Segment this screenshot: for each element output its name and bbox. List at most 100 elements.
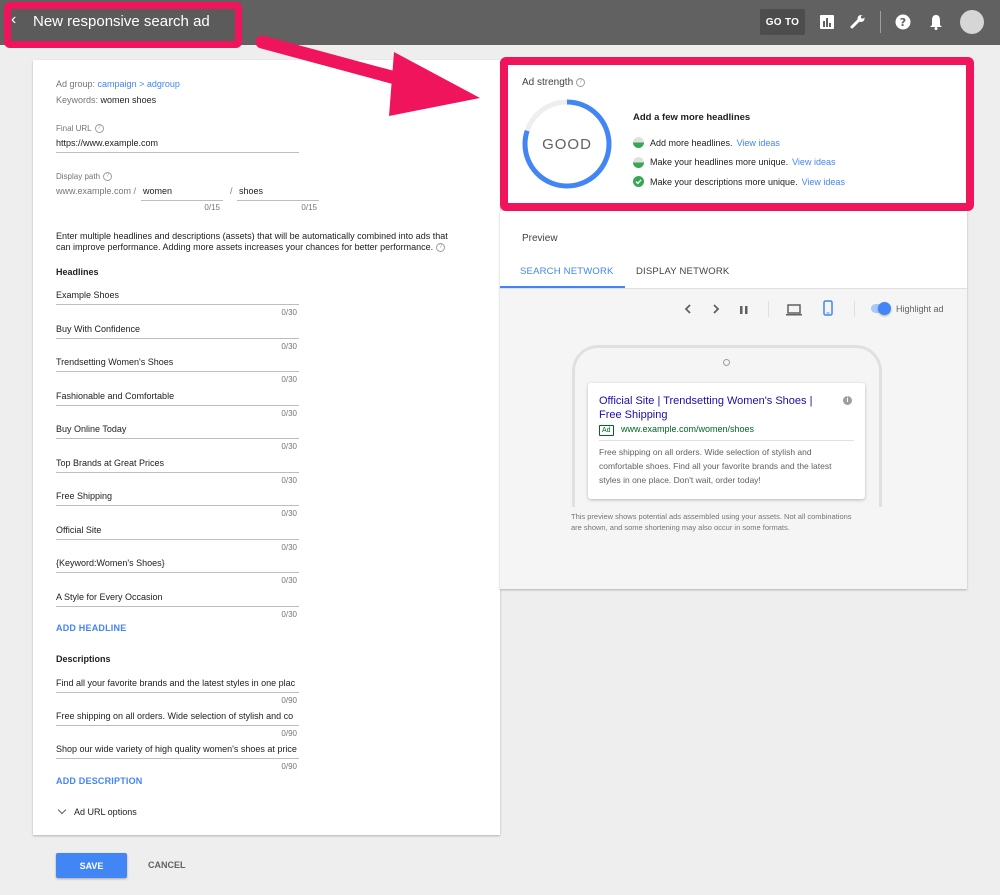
headline-field[interactable]: Example Shoes: [56, 290, 296, 300]
path1-field[interactable]: women: [143, 185, 172, 197]
phone-camera: [723, 359, 730, 366]
headline-underline: [56, 505, 299, 506]
help-icon[interactable]: ?: [576, 77, 586, 87]
desktop-icon[interactable]: [786, 303, 802, 321]
description-field[interactable]: Free shipping on all orders. Wide select…: [56, 711, 299, 721]
help-icon[interactable]: ?: [103, 172, 113, 182]
ad-url-options-toggle[interactable]: Ad URL options: [57, 805, 137, 818]
add-description-button[interactable]: ADD DESCRIPTION: [56, 776, 143, 786]
intro-line-2: can improve performance. Adding more ass…: [56, 242, 434, 252]
headline-field[interactable]: {Keyword:Women's Shoes}: [56, 558, 296, 568]
description-field[interactable]: Shop our wide variety of high quality wo…: [56, 744, 299, 754]
keywords-label: Keywords:: [56, 95, 99, 105]
ad-strength-item: Make your headlines more unique. View ide…: [633, 156, 835, 168]
ad-headline-line-2[interactable]: Free Shipping: [599, 409, 668, 421]
headlines-heading: Headlines: [56, 267, 99, 277]
headline-underline: [56, 605, 299, 607]
ad-group-label: Ad group:: [56, 79, 96, 89]
back-icon[interactable]: ‹: [11, 10, 16, 30]
headline-underline: [56, 471, 299, 473]
path1-counter: 0/15: [204, 203, 220, 212]
tab-display-network[interactable]: DISPLAY NETWORK: [636, 266, 729, 277]
headline-counter: 0/30: [281, 442, 297, 451]
help-icon[interactable]: ?: [94, 124, 104, 134]
headline-underline: [56, 538, 299, 540]
preview-note-line-1: This preview shows potential ads assembl…: [571, 512, 852, 521]
wrench-icon[interactable]: [847, 11, 869, 33]
ad-strength-item: Make your descriptions more unique. View …: [633, 176, 845, 187]
headline-field[interactable]: Top Brands at Great Prices: [56, 458, 296, 468]
ad-headline-line-1[interactable]: Official Site | Trendsetting Women's Sho…: [599, 395, 812, 407]
path2-field[interactable]: shoes: [239, 185, 263, 197]
ad-strength-rating: GOOD: [542, 136, 592, 153]
intro-line-2-row: can improve performance. Adding more ass…: [56, 241, 446, 253]
descriptions-heading: Descriptions: [56, 654, 111, 664]
headline-underline: [56, 438, 299, 439]
view-ideas-link[interactable]: View ideas: [802, 177, 845, 187]
next-icon[interactable]: [710, 302, 722, 321]
final-url-label-row: Final URL?: [56, 123, 104, 135]
ad-strength-card: Ad strength? GOOD Add a few more headlin…: [500, 57, 974, 211]
display-path-label: Display path: [56, 172, 101, 181]
ad-group-link[interactable]: campaign > adgroup: [98, 79, 180, 89]
final-url-label: Final URL: [56, 124, 92, 133]
headline-field[interactable]: Buy Online Today: [56, 424, 296, 434]
tab-search-network[interactable]: SEARCH NETWORK: [520, 266, 614, 277]
half-circle-icon: [633, 156, 644, 168]
highlight-ad-label: Highlight ad: [896, 304, 944, 314]
headline-counter: 0/30: [281, 341, 297, 351]
page-title: New responsive search ad: [33, 13, 210, 30]
ad-divider: [599, 440, 854, 441]
view-ideas-link[interactable]: View ideas: [737, 138, 780, 148]
ad-description-line-2: comfortable shoes. Find all your favorit…: [599, 461, 832, 471]
view-ideas-link[interactable]: View ideas: [792, 157, 835, 167]
headline-field[interactable]: Free Shipping: [56, 491, 296, 501]
headline-field[interactable]: Buy With Confidence: [56, 324, 296, 334]
controls-divider: [768, 301, 769, 317]
description-underline: [56, 758, 299, 759]
goto-button[interactable]: GO TO: [760, 9, 805, 35]
keywords-value: women shoes: [100, 95, 157, 105]
mobile-icon[interactable]: [823, 300, 833, 321]
headline-counter: 0/30: [281, 542, 297, 552]
preview-note-line-2: are shown, and some shortening may also …: [571, 523, 790, 532]
add-headline-button[interactable]: ADD HEADLINE: [56, 623, 126, 633]
save-button[interactable]: SAVE: [56, 853, 127, 878]
description-field[interactable]: Find all your favorite brands and the la…: [56, 678, 299, 688]
path-separator: /: [230, 186, 233, 196]
headline-underline: [56, 371, 299, 372]
headline-field[interactable]: Trendsetting Women's Shoes: [56, 357, 296, 367]
ad-strength-item-text: Make your headlines more unique.: [650, 157, 789, 167]
display-path-label-row: Display path?: [56, 171, 113, 183]
highlight-ad-toggle[interactable]: [871, 302, 891, 315]
headline-field[interactable]: A Style for Every Occasion: [56, 592, 296, 602]
ad-badge: Ad: [599, 425, 614, 436]
ad-form-card: Ad group: campaign > adgroup Keywords: w…: [33, 60, 500, 835]
active-tab-indicator: [500, 286, 625, 288]
ad-strength-item-text: Make your descriptions more unique.: [650, 176, 798, 187]
description-underline: [56, 692, 299, 693]
help-icon[interactable]: ?: [436, 243, 446, 253]
previous-icon[interactable]: [682, 302, 694, 321]
final-url-underline: [56, 152, 299, 153]
ad-description-line-3: styles in one place. Don't wait, order t…: [599, 475, 761, 485]
headline-counter: 0/30: [281, 609, 297, 619]
headline-field[interactable]: Fashionable and Comfortable: [56, 391, 296, 401]
cancel-button[interactable]: CANCEL: [148, 860, 186, 870]
description-counter: 0/90: [281, 729, 297, 738]
help-icon[interactable]: ?: [892, 11, 914, 33]
info-icon[interactable]: i: [843, 396, 852, 405]
headline-counter: 0/30: [281, 308, 297, 317]
reports-icon[interactable]: [816, 11, 838, 33]
final-url-field[interactable]: https://www.example.com: [56, 137, 158, 149]
headline-field[interactable]: Official Site: [56, 525, 296, 535]
check-circle-icon: [633, 176, 644, 187]
chevron-down-icon: [57, 805, 67, 815]
path1-underline: [141, 200, 223, 201]
ad-strength-item: Add more headlines. View ideas: [633, 137, 780, 148]
headline-underline: [56, 304, 299, 305]
pause-icon[interactable]: [738, 303, 750, 321]
headline-underline: [56, 337, 299, 339]
notifications-icon[interactable]: [925, 11, 947, 33]
avatar[interactable]: [960, 10, 984, 34]
